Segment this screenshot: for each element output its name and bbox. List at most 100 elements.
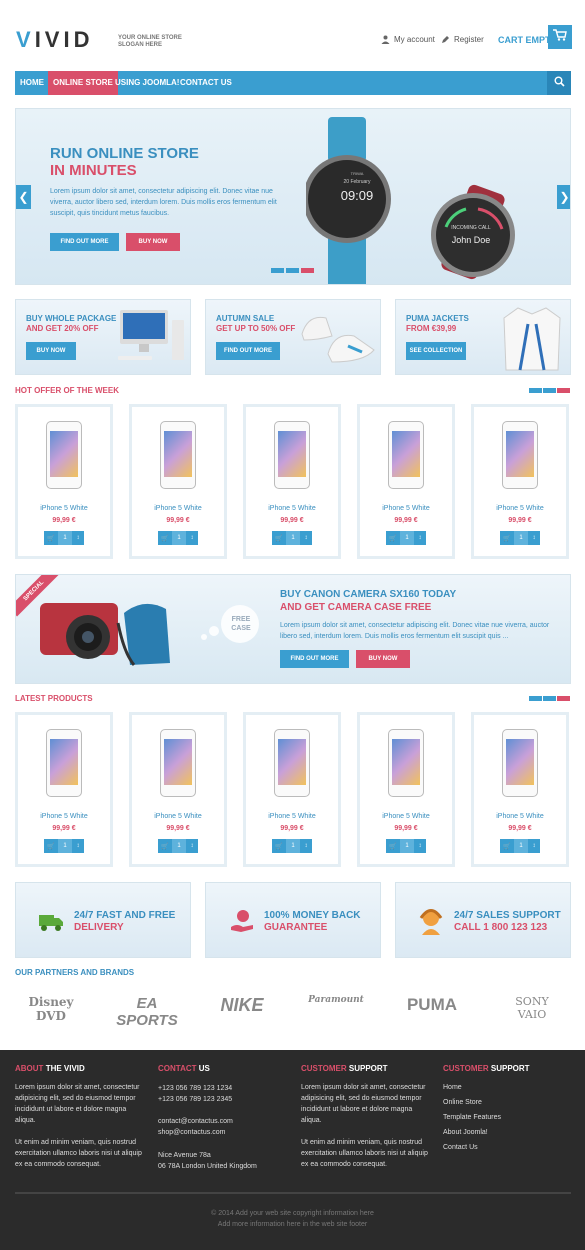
product-name[interactable]: iPhone 5 White (246, 813, 338, 820)
hero-next-arrow[interactable]: ❯ (557, 185, 570, 209)
quantity-input[interactable]: 1 (286, 531, 300, 545)
hero-buy-now-button[interactable]: BUY NOW (126, 233, 180, 251)
quantity-input[interactable]: 1 (400, 531, 414, 545)
quantity-input[interactable]: 1 (172, 839, 186, 853)
product-card[interactable]: iPhone 5 White 99,99 € 🛒 1 ↕ (243, 712, 341, 867)
slide-dot-1[interactable] (271, 268, 284, 273)
see-collection-button[interactable]: SEE COLLECTION (406, 342, 466, 360)
cart-button[interactable] (548, 25, 572, 49)
product-name[interactable]: iPhone 5 White (18, 813, 110, 820)
latest-pager-1[interactable] (529, 696, 542, 701)
product-name[interactable]: iPhone 5 White (474, 505, 566, 512)
quantity-input[interactable]: 1 (514, 531, 528, 545)
buy-now-button[interactable]: BUY NOW (26, 342, 76, 360)
my-account-link[interactable]: My account (381, 35, 435, 44)
hot-offer-title: HOT OFFER OF THE WEEK (15, 386, 119, 395)
product-card[interactable]: iPhone 5 White 99,99 € 🛒 1 ↕ (243, 404, 341, 559)
nav-using-joomla[interactable]: USING JOOMLA! (110, 71, 184, 95)
footer-link-online-store[interactable]: Online Store (443, 1099, 482, 1106)
product-name[interactable]: iPhone 5 White (360, 813, 452, 820)
brand-puma[interactable]: PUMA (400, 995, 464, 1015)
footer-support-hl: CUSTOMER (301, 1064, 347, 1073)
add-to-cart-button[interactable]: 🛒 (500, 839, 514, 853)
find-out-more-button[interactable]: FIND OUT MORE (216, 342, 280, 360)
stepper-icon: ↕ (418, 843, 422, 849)
footer-link-contact-us[interactable]: Contact Us (443, 1144, 478, 1151)
brand-ea-sports[interactable]: EA SPORTS (116, 995, 178, 1029)
product-name[interactable]: iPhone 5 White (18, 505, 110, 512)
product-name[interactable]: iPhone 5 White (474, 813, 566, 820)
camera-buy-now-button[interactable]: BUY NOW (356, 650, 410, 668)
nav-home[interactable]: HOME (15, 71, 49, 95)
quantity-stepper[interactable]: ↕ (414, 531, 426, 545)
product-card[interactable]: iPhone 5 White 99,99 € 🛒 1 ↕ (357, 404, 455, 559)
quantity-stepper[interactable]: ↕ (528, 839, 540, 853)
hot-pager-2[interactable] (543, 388, 556, 393)
quantity-stepper[interactable]: ↕ (186, 531, 198, 545)
search-button[interactable] (547, 71, 571, 95)
add-to-cart-group: 🛒 1 ↕ (386, 839, 426, 853)
hero-prev-arrow[interactable]: ❮ (16, 185, 31, 209)
slide-dot-3[interactable] (301, 268, 314, 273)
product-card[interactable]: iPhone 5 White 99,99 € 🛒 1 ↕ (129, 712, 227, 867)
quantity-stepper[interactable]: ↕ (72, 531, 84, 545)
quantity-input[interactable]: 1 (286, 839, 300, 853)
footer-support2-hl: CUSTOMER (443, 1064, 489, 1073)
product-card[interactable]: iPhone 5 White 99,99 € 🛒 1 ↕ (15, 404, 113, 559)
footer-link-template-features[interactable]: Template Features (443, 1114, 501, 1121)
nav-online-store[interactable]: ONLINE STORE (48, 71, 118, 95)
add-to-cart-button[interactable]: 🛒 (158, 839, 172, 853)
quantity-stepper[interactable]: ↕ (72, 839, 84, 853)
latest-pager-3[interactable] (557, 696, 570, 701)
brand-nike[interactable]: NIKE (212, 995, 272, 1016)
add-to-cart-button[interactable]: 🛒 (386, 839, 400, 853)
promo-line2: GET UP TO 50% OFF (216, 324, 296, 333)
logo[interactable]: VIVID (16, 27, 93, 53)
quantity-input[interactable]: 1 (58, 839, 72, 853)
quantity-stepper[interactable]: ↕ (528, 531, 540, 545)
product-card[interactable]: iPhone 5 White 99,99 € 🛒 1 ↕ (471, 712, 569, 867)
footer-link-home[interactable]: Home (443, 1084, 462, 1091)
promo-autumn[interactable]: AUTUMN SALE GET UP TO 50% OFF FIND OUT MO… (205, 299, 381, 375)
hero-find-out-more-button[interactable]: FIND OUT MORE (50, 233, 119, 251)
promo-title: BUY WHOLE PACKAGE AND GET 20% OFF (26, 314, 116, 334)
brand-disney-dvd[interactable]: Disney DVD (22, 995, 80, 1023)
product-name[interactable]: iPhone 5 White (132, 813, 224, 820)
brand-sony-vaio[interactable]: SONY VAIO (500, 995, 564, 1021)
hot-pager-3[interactable] (557, 388, 570, 393)
promo-package[interactable]: BUY WHOLE PACKAGE AND GET 20% OFF BUY NOW (15, 299, 191, 375)
promo-puma[interactable]: PUMA JACKETS FROM €39,99 SEE COLLECTION (395, 299, 571, 375)
quantity-input[interactable]: 1 (58, 531, 72, 545)
hot-pager-1[interactable] (529, 388, 542, 393)
slide-dot-2[interactable] (286, 268, 299, 273)
add-to-cart-button[interactable]: 🛒 (500, 531, 514, 545)
quantity-stepper[interactable]: ↕ (300, 839, 312, 853)
product-name[interactable]: iPhone 5 White (132, 505, 224, 512)
register-link[interactable]: Register (441, 35, 484, 44)
product-card[interactable]: iPhone 5 White 99,99 € 🛒 1 ↕ (357, 712, 455, 867)
quantity-stepper[interactable]: ↕ (414, 839, 426, 853)
latest-pager-2[interactable] (543, 696, 556, 701)
add-to-cart-button[interactable]: 🛒 (272, 839, 286, 853)
quantity-stepper[interactable]: ↕ (300, 531, 312, 545)
add-to-cart-button[interactable]: 🛒 (272, 531, 286, 545)
camera-find-out-more-button[interactable]: FIND OUT MORE (280, 650, 349, 668)
add-to-cart-button[interactable]: 🛒 (44, 531, 58, 545)
add-to-cart-button[interactable]: 🛒 (158, 531, 172, 545)
quantity-input[interactable]: 1 (172, 531, 186, 545)
product-card[interactable]: iPhone 5 White 99,99 € 🛒 1 ↕ (129, 404, 227, 559)
quantity-input[interactable]: 1 (514, 839, 528, 853)
quantity-stepper[interactable]: ↕ (186, 839, 198, 853)
nav-contact-us[interactable]: CONTACT US (175, 71, 237, 95)
product-name[interactable]: iPhone 5 White (360, 505, 452, 512)
product-card[interactable]: iPhone 5 White 99,99 € 🛒 1 ↕ (15, 712, 113, 867)
footer-email-1[interactable]: contact@contactus.com (158, 1116, 233, 1127)
quantity-input[interactable]: 1 (400, 839, 414, 853)
brand-paramount[interactable]: Paramount (306, 995, 366, 1005)
footer-email-2[interactable]: shop@contactus.com (158, 1127, 225, 1138)
product-card[interactable]: iPhone 5 White 99,99 € 🛒 1 ↕ (471, 404, 569, 559)
product-name[interactable]: iPhone 5 White (246, 505, 338, 512)
footer-link-about-joomla[interactable]: About Joomla! (443, 1129, 488, 1136)
add-to-cart-button[interactable]: 🛒 (386, 531, 400, 545)
add-to-cart-button[interactable]: 🛒 (44, 839, 58, 853)
